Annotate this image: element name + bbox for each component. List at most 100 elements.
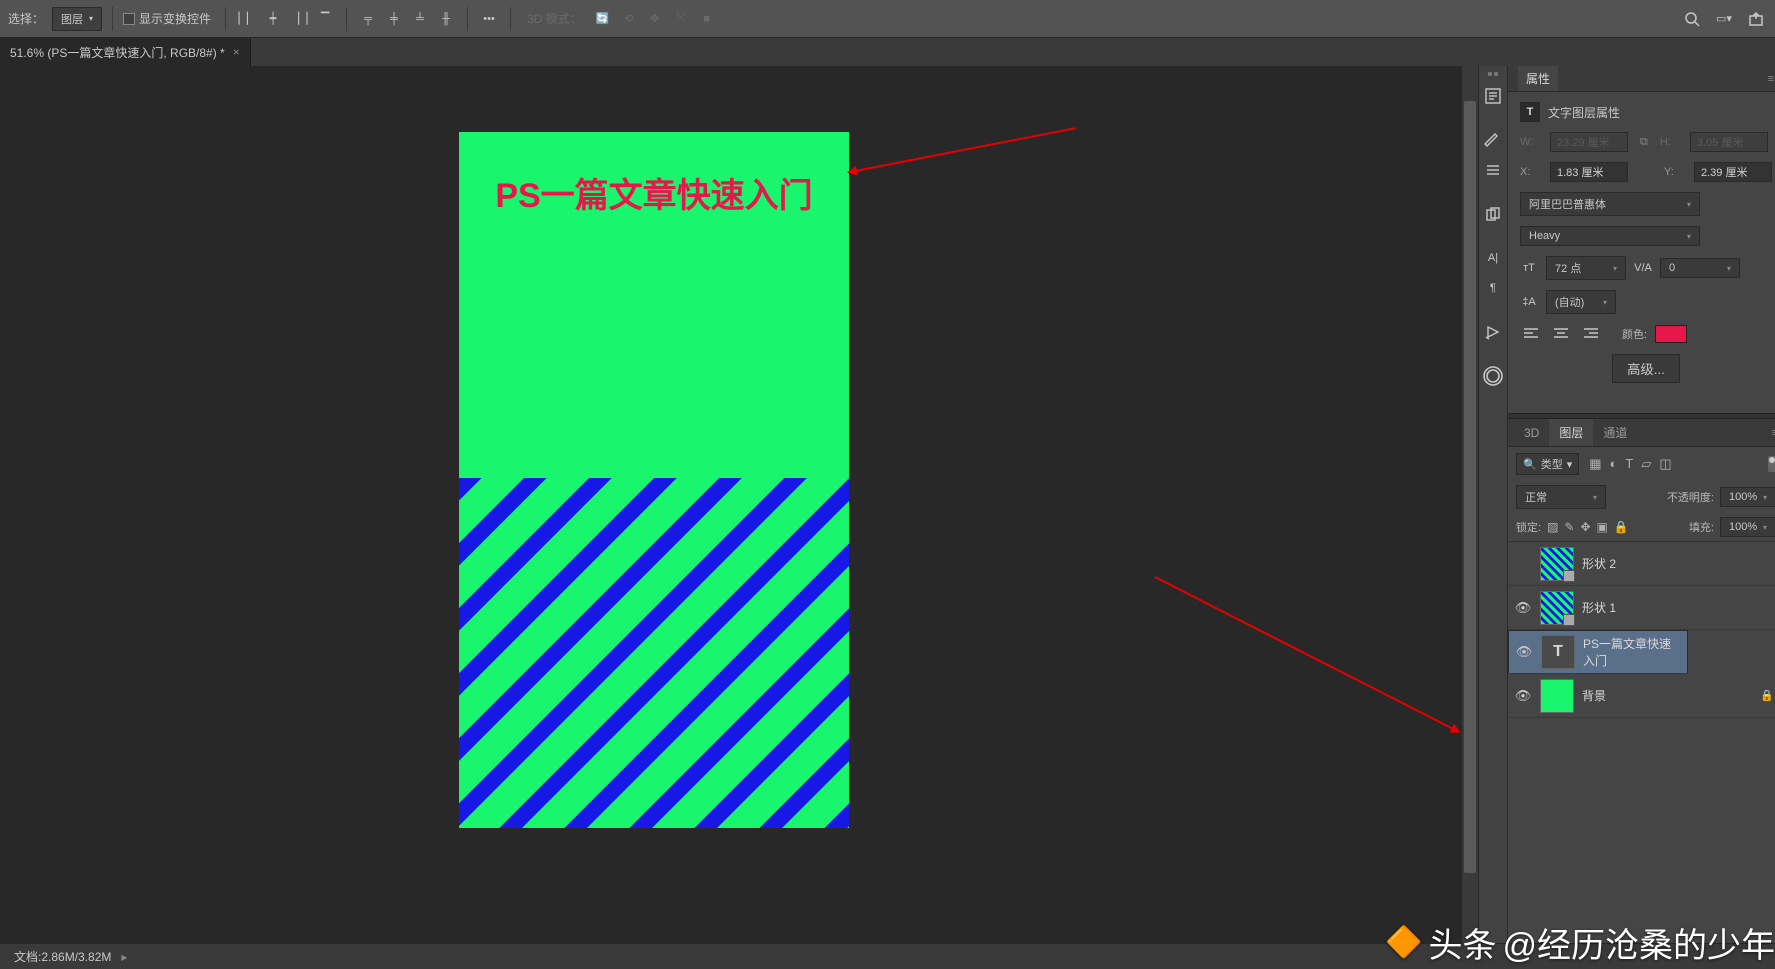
distribute-bottom-icon[interactable]: ╧ (409, 8, 431, 30)
workspace-icon[interactable]: ▭▾ (1713, 8, 1735, 30)
layers-panel-menu-icon[interactable]: ≡ (1772, 427, 1775, 439)
align-horizontal-centers-icon[interactable]: ┿ (262, 8, 284, 30)
actions-panel-icon[interactable] (1479, 318, 1507, 346)
advanced-button[interactable]: 高级... (1612, 354, 1680, 383)
leading-icon: ‡A (1520, 293, 1538, 311)
layer-thumbnail[interactable] (1540, 547, 1574, 581)
watermark: 🔶 头条 @经历沧桑的少年 (1385, 918, 1775, 967)
filter-type-icon[interactable]: T (1625, 456, 1633, 472)
search-icon[interactable] (1681, 8, 1703, 30)
scrollbar-thumb[interactable] (1464, 101, 1476, 873)
link-wh-icon[interactable]: ⧉ (1640, 136, 1648, 149)
align-right-icon[interactable] (1580, 324, 1602, 344)
mode-3d-label: 3D 模式： (527, 10, 582, 27)
canvas[interactable]: PS一篇文章快速入门 (459, 132, 849, 828)
dock-grip-icon[interactable] (1481, 72, 1505, 76)
target-layer-dropdown[interactable]: 图层 ▾ (52, 7, 102, 31)
slide-3d-icon: ⤧ (670, 8, 692, 30)
opacity-select[interactable]: 100%▾ (1720, 487, 1775, 507)
visibility-toggle[interactable]: 👁 (1514, 556, 1532, 572)
document-tab[interactable]: 51.6% (PS一篇文章快速入门, RGB/8#) * × (0, 38, 251, 66)
font-family-select[interactable]: 阿里巴巴普惠体▾ (1520, 192, 1700, 216)
layer-row-background[interactable]: 👁 背景 🔒 (1508, 674, 1775, 718)
font-weight-select[interactable]: Heavy▾ (1520, 226, 1700, 246)
show-transform-label: 显示变换控件 (139, 10, 211, 27)
font-size-icon: тT (1520, 259, 1538, 277)
document-tab-title: 51.6% (PS一篇文章快速入门, RGB/8#) * (10, 44, 225, 61)
filter-toggle[interactable] (1768, 456, 1775, 472)
fill-select[interactable]: 100%▾ (1720, 517, 1775, 537)
vertical-scrollbar[interactable] (1462, 66, 1478, 943)
align-left-edges-icon[interactable]: ▏▏ (236, 8, 258, 30)
leading-select[interactable]: (自动)▾ (1546, 290, 1616, 314)
layer-thumbnail[interactable]: T (1541, 635, 1575, 669)
brush-panel-icon[interactable] (1479, 126, 1507, 154)
y-input[interactable] (1694, 162, 1772, 182)
properties-section-title: 文字图层属性 (1548, 104, 1620, 121)
clone-source-panel-icon[interactable] (1479, 200, 1507, 228)
canvas-text-layer[interactable]: PS一篇文章快速入门 (495, 168, 812, 217)
properties-panel-header: 属性 ≡ (1508, 66, 1775, 92)
status-expand-icon[interactable]: ▸ (121, 950, 127, 964)
align-left-icon[interactable] (1520, 324, 1542, 344)
paragraph-panel-icon[interactable]: ¶ (1479, 274, 1507, 302)
properties-panel-body: T 文字图层属性 W: ⧉ H: X: Y: (1508, 92, 1775, 413)
swatches-panel-icon[interactable] (1479, 156, 1507, 184)
align-right-edges-icon[interactable]: ▕▕ (288, 8, 310, 30)
text-color-swatch[interactable] (1655, 325, 1687, 343)
blend-mode-select[interactable]: 正常▾ (1516, 485, 1606, 509)
x-input[interactable] (1550, 162, 1628, 182)
layer-row-shape1[interactable]: 👁 形状 1 (1508, 586, 1775, 630)
lock-transparent-icon[interactable]: ▨ (1547, 520, 1558, 534)
filter-type-select[interactable]: 🔍类型▾ (1516, 453, 1579, 475)
fill-label: 填充: (1689, 519, 1714, 535)
tab-layers[interactable]: 图层 (1549, 419, 1593, 446)
roll-3d-icon: ⟲ (618, 8, 640, 30)
distribute-top-icon[interactable]: ╤ (357, 8, 379, 30)
more-options-icon[interactable]: ••• (478, 8, 500, 30)
visibility-toggle[interactable]: 👁 (1514, 600, 1532, 616)
lock-position-icon[interactable]: ✥ (1580, 520, 1590, 534)
chevron-down-icon: ▾ (89, 14, 93, 23)
libraries-panel-icon[interactable] (1479, 362, 1507, 390)
filter-pixel-icon[interactable]: ▦ (1589, 456, 1601, 472)
annotation-arrow-1 (850, 127, 1076, 173)
lock-artboard-icon[interactable]: ▣ (1597, 520, 1608, 534)
lock-pixels-icon[interactable]: ✎ (1564, 520, 1574, 534)
show-transform-checkbox[interactable] (123, 13, 135, 25)
distribute-hcenter-icon[interactable]: ╫ (435, 8, 457, 30)
lock-all-icon[interactable]: 🔒 (1614, 520, 1629, 534)
history-panel-icon[interactable] (1479, 82, 1507, 110)
panel-menu-icon[interactable]: ≡ (1768, 73, 1774, 85)
tracking-select[interactable]: 0▾ (1660, 258, 1740, 278)
opacity-label: 不透明度: (1667, 489, 1714, 505)
color-label: 颜色: (1622, 326, 1647, 342)
layer-thumbnail[interactable] (1540, 591, 1574, 625)
distribute-vcenter-icon[interactable]: ╪ (383, 8, 405, 30)
visibility-toggle[interactable]: 👁 (1514, 688, 1532, 704)
align-center-icon[interactable] (1550, 324, 1572, 344)
layer-list: 👁 形状 2 👁 形状 1 👁 T PS一篇文章快速入门 (1508, 541, 1775, 718)
canvas-area[interactable]: PS一篇文章快速入门 (0, 66, 1478, 943)
visibility-toggle[interactable]: 👁 (1515, 644, 1533, 660)
width-input (1550, 132, 1628, 152)
filter-smart-icon[interactable]: ◫ (1659, 456, 1671, 472)
filter-adjustment-icon[interactable]: ◐ (1610, 456, 1618, 472)
align-top-edges-icon[interactable]: ▔ (314, 8, 336, 30)
tab-3d[interactable]: 3D (1514, 421, 1549, 445)
layer-thumbnail[interactable] (1540, 679, 1574, 713)
layers-filter-row: 🔍类型▾ ▦ ◐ T ▱ ◫ (1508, 447, 1775, 481)
character-panel-icon[interactable]: A| (1479, 244, 1507, 272)
layer-row-text[interactable]: 👁 T PS一篇文章快速入门 (1508, 630, 1688, 674)
filter-shape-icon[interactable]: ▱ (1641, 456, 1651, 472)
doc-size-label[interactable]: 文档:2.86M/3.82M (14, 948, 111, 965)
properties-tab[interactable]: 属性 (1518, 66, 1558, 91)
tab-channels[interactable]: 通道 (1593, 419, 1637, 446)
layer-row-shape2[interactable]: 👁 形状 2 (1508, 542, 1775, 586)
share-icon[interactable] (1745, 8, 1767, 30)
zoom-3d-icon: ■ (696, 8, 718, 30)
close-tab-icon[interactable]: × (233, 45, 240, 59)
annotation-arrow-2 (1155, 576, 1459, 732)
document-tab-bar: 51.6% (PS一篇文章快速入门, RGB/8#) * × (0, 38, 1775, 66)
font-size-select[interactable]: 72 点▾ (1546, 256, 1626, 280)
